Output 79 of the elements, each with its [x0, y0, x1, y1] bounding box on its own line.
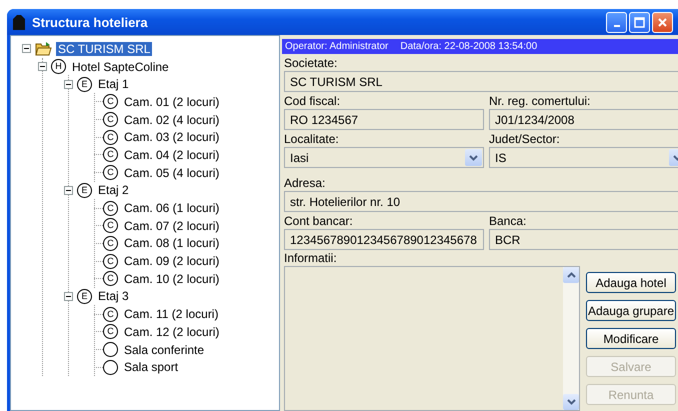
- close-button[interactable]: [652, 12, 673, 32]
- action-button[interactable]: Adauga grupare: [586, 300, 676, 321]
- tree-item[interactable]: Cam. 05 (4 locuri): [122, 166, 222, 180]
- input-field[interactable]: J01/1234/2008: [489, 109, 678, 130]
- folder-icon: [35, 42, 52, 56]
- minus-icon: [24, 46, 28, 52]
- node-badge: C: [103, 200, 118, 216]
- dropdown-field[interactable]: IS: [489, 147, 678, 168]
- node-badge: C: [103, 165, 118, 180]
- tree-item[interactable]: Cam. 09 (2 locuri): [122, 254, 222, 268]
- node-badge: E: [77, 182, 92, 198]
- tree-item[interactable]: Hotel SapteColine: [70, 60, 171, 74]
- action-button[interactable]: Adauga hotel: [586, 272, 676, 293]
- tree-item[interactable]: Cam. 04 (2 locuri): [122, 148, 222, 162]
- minus-icon: [66, 188, 70, 193]
- tree-item[interactable]: Cam. 12 (2 locuri): [122, 324, 222, 339]
- building-icon: [11, 14, 27, 30]
- tree-item[interactable]: Cam. 10 (2 locuri): [122, 272, 222, 286]
- collapse-toggle[interactable]: [64, 292, 72, 301]
- circle-icon: [103, 342, 118, 358]
- datetime-text: Data/ora: 22-08-2008 13:54:00: [400, 41, 538, 52]
- input-field[interactable]: str. Hotelierilor nr. 10: [284, 191, 678, 212]
- tree-item[interactable]: Cam. 06 (1 locuri): [122, 201, 222, 216]
- node-badge: C: [103, 94, 118, 110]
- field-label: Nr. reg. comertului:: [489, 93, 592, 109]
- field-label: Cod fiscal:: [284, 93, 342, 109]
- node-badge: E: [77, 288, 92, 304]
- tree-item[interactable]: Etaj 3: [96, 289, 131, 304]
- minus-icon: [66, 294, 70, 299]
- collapse-toggle[interactable]: [64, 80, 72, 89]
- field-label: Adresa:: [284, 175, 326, 191]
- tree-item[interactable]: Cam. 11 (2 locuri): [122, 307, 220, 322]
- tree-item[interactable]: Cam. 02 (4 locuri): [122, 112, 222, 127]
- window-title: Structura hoteliera: [32, 14, 149, 30]
- node-badge: C: [103, 254, 118, 269]
- maximize-icon: [634, 16, 645, 28]
- minus-icon: [40, 64, 44, 70]
- node-badge: C: [103, 324, 118, 340]
- node-badge: H: [51, 59, 66, 74]
- input-field[interactable]: RO 1234567: [284, 109, 484, 130]
- field-label: Societate:: [284, 55, 338, 71]
- field-label: Informatii:: [284, 250, 338, 266]
- tree-item[interactable]: Cam. 07 (2 locuri): [122, 218, 222, 233]
- action-button[interactable]: Modificare: [586, 328, 676, 349]
- tree-item[interactable]: Cam. 03 (2 locuri): [122, 130, 222, 144]
- field-label: Cont bancar:: [284, 213, 354, 229]
- node-badge: C: [103, 306, 118, 322]
- circle-icon: [103, 360, 118, 375]
- minimize-icon: [614, 25, 620, 27]
- scrollbar[interactable]: [563, 267, 579, 410]
- minimize-button[interactable]: [606, 12, 627, 32]
- node-badge: C: [103, 112, 118, 128]
- tree-item[interactable]: Sala sport: [122, 360, 180, 374]
- input-field[interactable]: BCR: [489, 229, 678, 250]
- field-label: Banca:: [489, 213, 528, 229]
- tree-item[interactable]: SC TURISM SRL: [56, 42, 152, 56]
- collapse-toggle[interactable]: [64, 186, 72, 195]
- node-badge: C: [103, 147, 118, 162]
- input-field[interactable]: SC TURISM SRL: [284, 71, 678, 92]
- collapse-toggle[interactable]: [22, 44, 30, 54]
- node-badge: C: [103, 130, 118, 145]
- tree-item[interactable]: Cam. 08 (1 locuri): [122, 236, 222, 250]
- dropdown-field[interactable]: Iasi: [284, 147, 484, 168]
- tree-item[interactable]: Etaj 2: [96, 183, 131, 198]
- tree-item[interactable]: Cam. 01 (2 locuri): [122, 94, 222, 109]
- minus-icon: [66, 82, 70, 87]
- field-label: Localitate:: [284, 131, 340, 147]
- input-field[interactable]: 1234567890123456789012345678: [284, 229, 484, 250]
- collapse-toggle[interactable]: [38, 62, 46, 72]
- close-icon: [657, 16, 668, 28]
- tree-item[interactable]: Etaj 1: [96, 77, 131, 92]
- field-label: Judet/Sector:: [489, 131, 561, 147]
- node-badge: C: [103, 218, 118, 234]
- tree-item[interactable]: Sala conferinte: [122, 342, 206, 357]
- node-badge: E: [77, 76, 92, 92]
- maximize-button[interactable]: [629, 12, 650, 32]
- node-badge: C: [103, 271, 118, 286]
- node-badge: C: [103, 236, 118, 251]
- operator-text: Operator: Administrator: [285, 41, 388, 52]
